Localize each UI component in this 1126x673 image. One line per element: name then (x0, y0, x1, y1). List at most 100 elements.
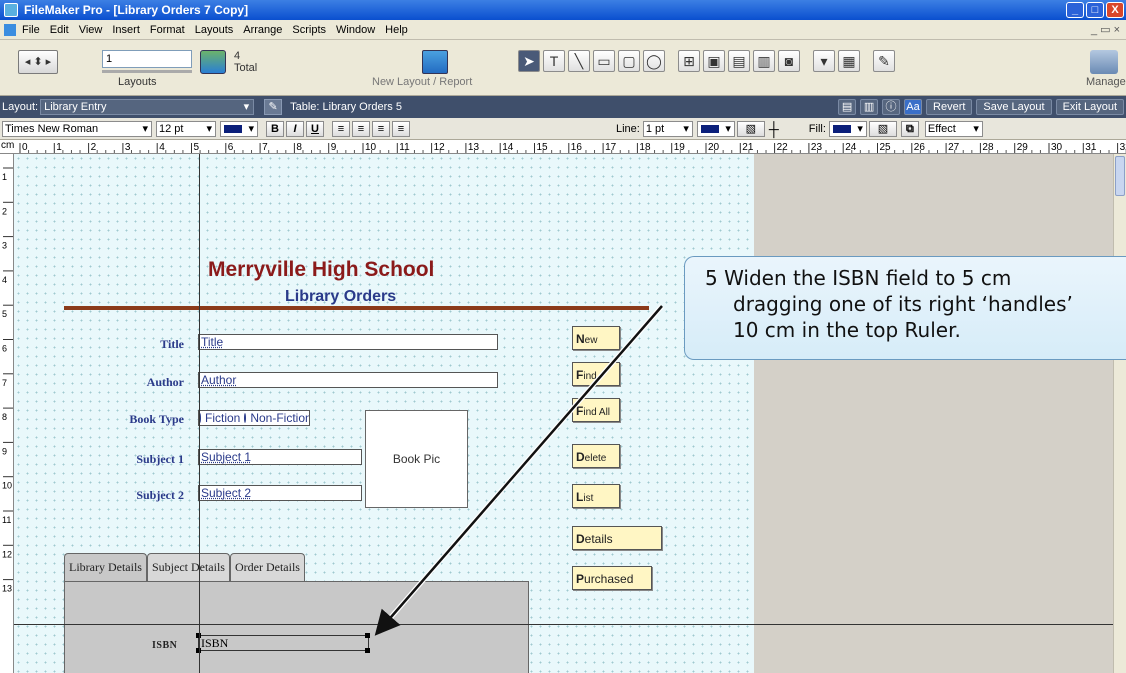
bold-button[interactable]: B (266, 120, 284, 137)
text-color-picker[interactable] (220, 120, 258, 137)
menu-window[interactable]: Window (336, 24, 375, 36)
manage-database-icon[interactable] (1090, 50, 1118, 74)
align-left-icon[interactable]: ≡ (332, 120, 350, 137)
isbn-field-label[interactable]: ISBN (152, 640, 177, 651)
button-tool-icon[interactable]: ▣ (703, 50, 725, 72)
delete-button[interactable]: Delete (572, 444, 620, 468)
exit-layout-button[interactable]: Exit Layout (1055, 99, 1124, 115)
field-tool-icon[interactable]: ⊞ (678, 50, 700, 72)
new-record-button[interactable]: New (572, 326, 620, 350)
sample-data-button[interactable]: Aa (904, 99, 923, 115)
rectangle-tool-icon[interactable]: ▭ (593, 50, 615, 72)
purchased-button[interactable]: Purchased (572, 566, 652, 590)
author-field[interactable]: Author (198, 372, 498, 388)
vertical-guide-line[interactable] (199, 154, 200, 673)
align-justify-icon[interactable]: ≡ (392, 120, 410, 137)
fill-color-picker[interactable] (828, 120, 867, 137)
layout-book-navigator[interactable]: ◂ ⬍ ▸ (18, 50, 58, 74)
tab-panel[interactable] (64, 581, 529, 673)
chart-tool-icon[interactable]: ▦ (838, 50, 860, 72)
menu-edit[interactable]: Edit (50, 24, 69, 36)
find-all-button[interactable]: Find All (572, 398, 620, 422)
scrollbar-thumb[interactable] (1115, 156, 1125, 196)
web-viewer-tool-icon[interactable]: ◙ (778, 50, 800, 72)
inspector-icon[interactable]: ▥ (860, 99, 879, 115)
subject2-field-label[interactable]: Subject 2 (44, 488, 184, 503)
menu-layouts[interactable]: Layouts (195, 24, 234, 36)
layout-canvas[interactable]: Merryville High School Library Orders Ti… (14, 154, 1113, 673)
menu-help[interactable]: Help (385, 24, 408, 36)
font-size-select[interactable]: 12 pt (156, 120, 216, 137)
minimize-button[interactable]: _ (1066, 2, 1084, 18)
line-color-picker[interactable] (696, 120, 735, 137)
line-tool-icon[interactable]: ╲ (568, 50, 590, 72)
nonfiction-radio[interactable] (244, 413, 247, 423)
text-tool-icon[interactable]: T (543, 50, 565, 72)
booktype-field-label[interactable]: Book Type (44, 412, 184, 427)
tab-order-details[interactable]: Order Details (229, 553, 305, 581)
top-ruler[interactable]: cm 0 1 2 3 4 5 6 7 8 9 10 11 12 13 14 15 16 17 18 19 20 21 22 2… (0, 140, 1126, 154)
fill-pattern-icon[interactable]: ▧ (868, 120, 897, 137)
border-icon[interactable]: ┼ (769, 121, 779, 137)
isbn-handle-bottom-right[interactable] (365, 648, 370, 653)
booktype-radio-field[interactable]: Fiction Non-Fiction (198, 410, 310, 426)
field-control-tool-icon[interactable]: ▾ (813, 50, 835, 72)
save-layout-button[interactable]: Save Layout (976, 99, 1052, 115)
book-pic-container[interactable]: Book Pic (365, 410, 468, 508)
pointer-tool-icon[interactable]: ➤ (518, 50, 540, 72)
find-button[interactable]: Find (572, 362, 620, 386)
document-icon[interactable] (4, 23, 16, 36)
effect-select[interactable]: Effect (924, 120, 983, 137)
vertical-scrollbar[interactable] (1113, 154, 1126, 673)
menu-insert[interactable]: Insert (112, 24, 140, 36)
title-field[interactable]: Title (198, 334, 498, 350)
isbn-handle-top-right[interactable] (365, 633, 370, 638)
font-select[interactable]: Times New Roman (2, 120, 152, 137)
new-layout-report-button[interactable]: New Layout / Report (372, 76, 472, 88)
tab-control-tool-icon[interactable]: ▤ (728, 50, 750, 72)
underline-button[interactable]: U (306, 120, 324, 137)
format-painter-icon[interactable]: ✎ (873, 50, 895, 72)
effect-icon[interactable]: ⧉ (900, 120, 919, 137)
title-field-label[interactable]: Title (44, 337, 184, 352)
subject1-field-label[interactable]: Subject 1 (44, 452, 184, 467)
manage-button[interactable]: Manage (1086, 76, 1126, 88)
document-window-controls[interactable]: _ ▭ × (1091, 23, 1120, 36)
rounded-rectangle-tool-icon[interactable]: ▢ (618, 50, 640, 72)
close-button[interactable]: X (1106, 2, 1124, 18)
revert-button[interactable]: Revert (926, 99, 973, 115)
menu-file[interactable]: File (22, 24, 40, 36)
menu-scripts[interactable]: Scripts (292, 24, 326, 36)
field-picker-icon[interactable]: ▤ (838, 99, 857, 115)
maximize-button[interactable]: □ (1086, 2, 1104, 18)
list-button[interactable]: List (572, 484, 620, 508)
menu-format[interactable]: Format (150, 24, 185, 36)
author-field-label[interactable]: Author (44, 375, 184, 390)
new-layout-icon[interactable] (422, 50, 448, 74)
school-title[interactable]: Merryville High School (208, 258, 434, 282)
tab-control[interactable]: Library Details Subject Details Order De… (64, 553, 305, 581)
subject2-field[interactable]: Subject 2 (198, 485, 362, 501)
line-pattern-icon[interactable]: ▧ (736, 120, 765, 137)
italic-button[interactable]: I (286, 120, 304, 137)
tab-library-details[interactable]: Library Details (64, 553, 147, 581)
horizontal-guide-line[interactable] (14, 624, 1113, 625)
layout-number-input[interactable]: 1 (102, 50, 192, 68)
align-center-icon[interactable]: ≡ (352, 120, 370, 137)
layout-slider[interactable] (102, 70, 192, 73)
menu-view[interactable]: View (79, 24, 103, 36)
isbn-field[interactable]: ISBN (198, 635, 369, 651)
edit-layout-icon[interactable]: ✎ (264, 99, 283, 115)
menu-arrange[interactable]: Arrange (243, 24, 282, 36)
line-width-select[interactable]: 1 pt (642, 120, 693, 137)
info-icon[interactable]: ⓘ (882, 99, 901, 115)
align-right-icon[interactable]: ≡ (372, 120, 390, 137)
layout-select[interactable]: Library Entry (40, 99, 255, 115)
title-divider-line[interactable] (64, 306, 649, 310)
subject1-field[interactable]: Subject 1 (198, 449, 362, 465)
portal-tool-icon[interactable]: ▥ (753, 50, 775, 72)
tab-subject-details[interactable]: Subject Details (146, 553, 230, 581)
left-ruler[interactable]: 1 2 3 4 5 6 7 8 9 10 11 12 13 (0, 154, 14, 673)
layout-subtitle[interactable]: Library Orders (285, 288, 396, 306)
details-button[interactable]: Details (572, 526, 662, 550)
